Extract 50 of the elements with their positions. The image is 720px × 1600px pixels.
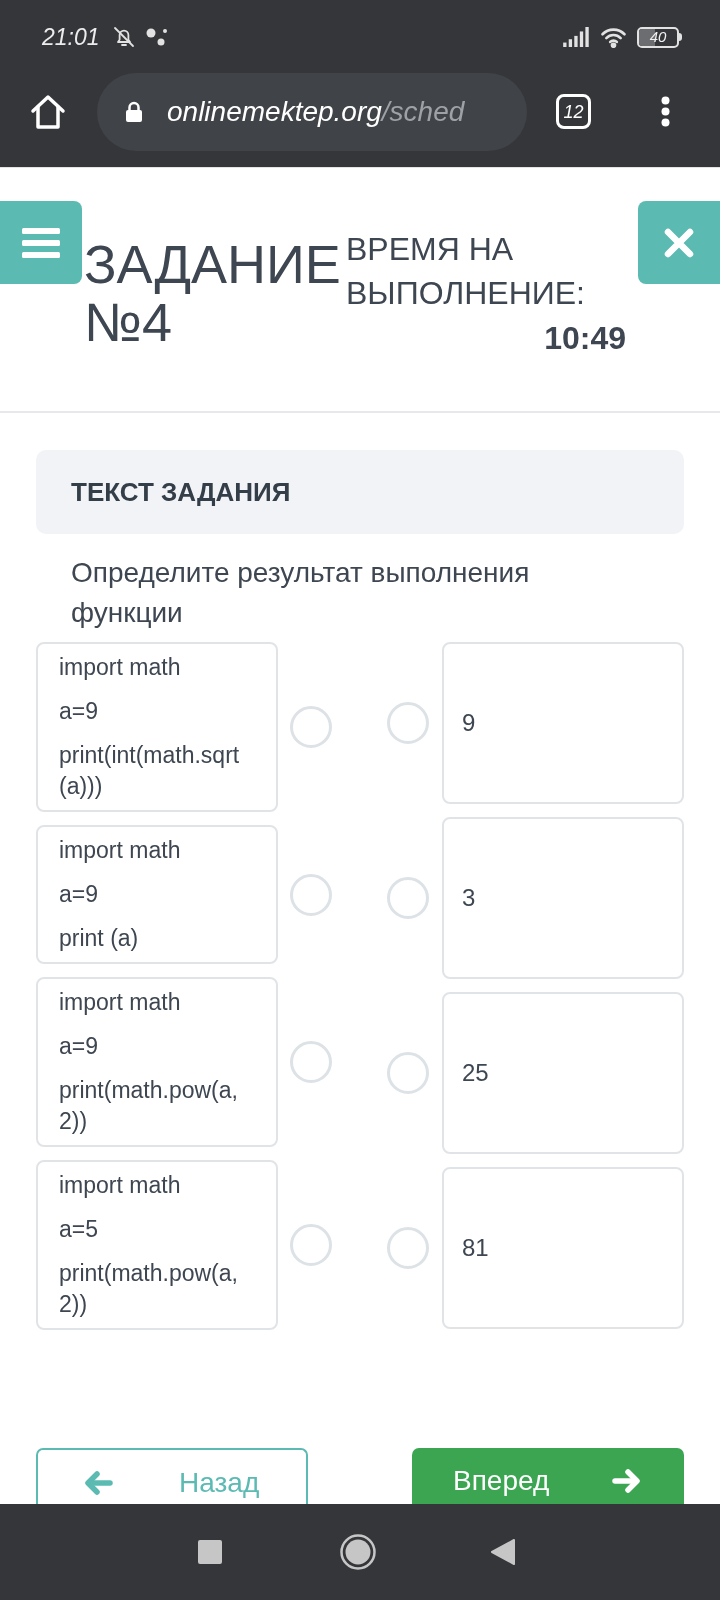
timer-label: ВРЕМЯ НА ВЫПОЛНЕНИЕ: — [346, 230, 586, 313]
radio-button[interactable] — [290, 873, 332, 916]
close-button[interactable] — [638, 201, 720, 284]
menu-button[interactable] — [0, 201, 82, 284]
address-bar[interactable]: onlinemektep.org/sched — [97, 72, 527, 151]
question-text: Определите результат выполнения функции — [71, 556, 531, 630]
code-line: import math — [59, 1171, 182, 1200]
tab-switcher-button[interactable]: 12 — [556, 94, 591, 129]
battery-percentage: 40 — [649, 29, 667, 45]
code-line: print(math.pow(a,2)) — [59, 1259, 239, 1319]
arrow-right-icon — [612, 1469, 640, 1493]
stop-square-icon[interactable] — [198, 1540, 222, 1564]
radio-button[interactable] — [387, 702, 429, 744]
dots-icon — [145, 27, 168, 47]
code-line: a=9 — [59, 697, 99, 726]
url-text: onlinemektep.org/sched — [167, 94, 465, 129]
radio-button[interactable] — [290, 1224, 332, 1266]
lock-icon — [125, 100, 143, 123]
code-line: a=9 — [59, 880, 99, 909]
muted-bell-icon — [111, 25, 136, 49]
radio-button[interactable] — [387, 1052, 429, 1094]
code-line: a=9 — [59, 1032, 99, 1061]
wifi-icon — [600, 26, 627, 48]
arrow-left-icon — [85, 1471, 113, 1495]
code-line: import math — [59, 653, 182, 682]
answer-text: 9 — [462, 708, 476, 738]
code-line: import math — [59, 988, 182, 1017]
home-circle-icon[interactable] — [340, 1534, 376, 1570]
radio-button[interactable] — [290, 1041, 332, 1083]
code-line: a=5 — [59, 1215, 99, 1244]
code-line: import math — [59, 836, 182, 865]
home-icon[interactable] — [30, 93, 66, 130]
task-heading: ТЕКСТ ЗАДАНИЯ — [71, 476, 291, 508]
back-triangle-icon[interactable] — [490, 1538, 516, 1566]
answer-text: 25 — [462, 1058, 489, 1088]
radio-button[interactable] — [290, 706, 332, 748]
menu-icon — [22, 227, 60, 258]
more-options-icon[interactable] — [661, 96, 670, 127]
code-line: print (a) — [59, 924, 140, 953]
task-title: ЗАДАНИЕ №4 — [84, 235, 342, 351]
signal-icon — [563, 27, 590, 47]
code-line: print(int(math.sqrt(a))) — [59, 741, 241, 801]
code-line: print(math.pow(a,2)) — [59, 1076, 239, 1136]
answer-text: 81 — [462, 1233, 489, 1263]
radio-button[interactable] — [387, 1227, 429, 1269]
answer-text: 3 — [462, 883, 476, 913]
timer-value: 10:49 — [544, 319, 626, 358]
close-icon — [664, 227, 694, 258]
status-time: 21:01 — [42, 23, 100, 51]
radio-button[interactable] — [387, 877, 429, 919]
